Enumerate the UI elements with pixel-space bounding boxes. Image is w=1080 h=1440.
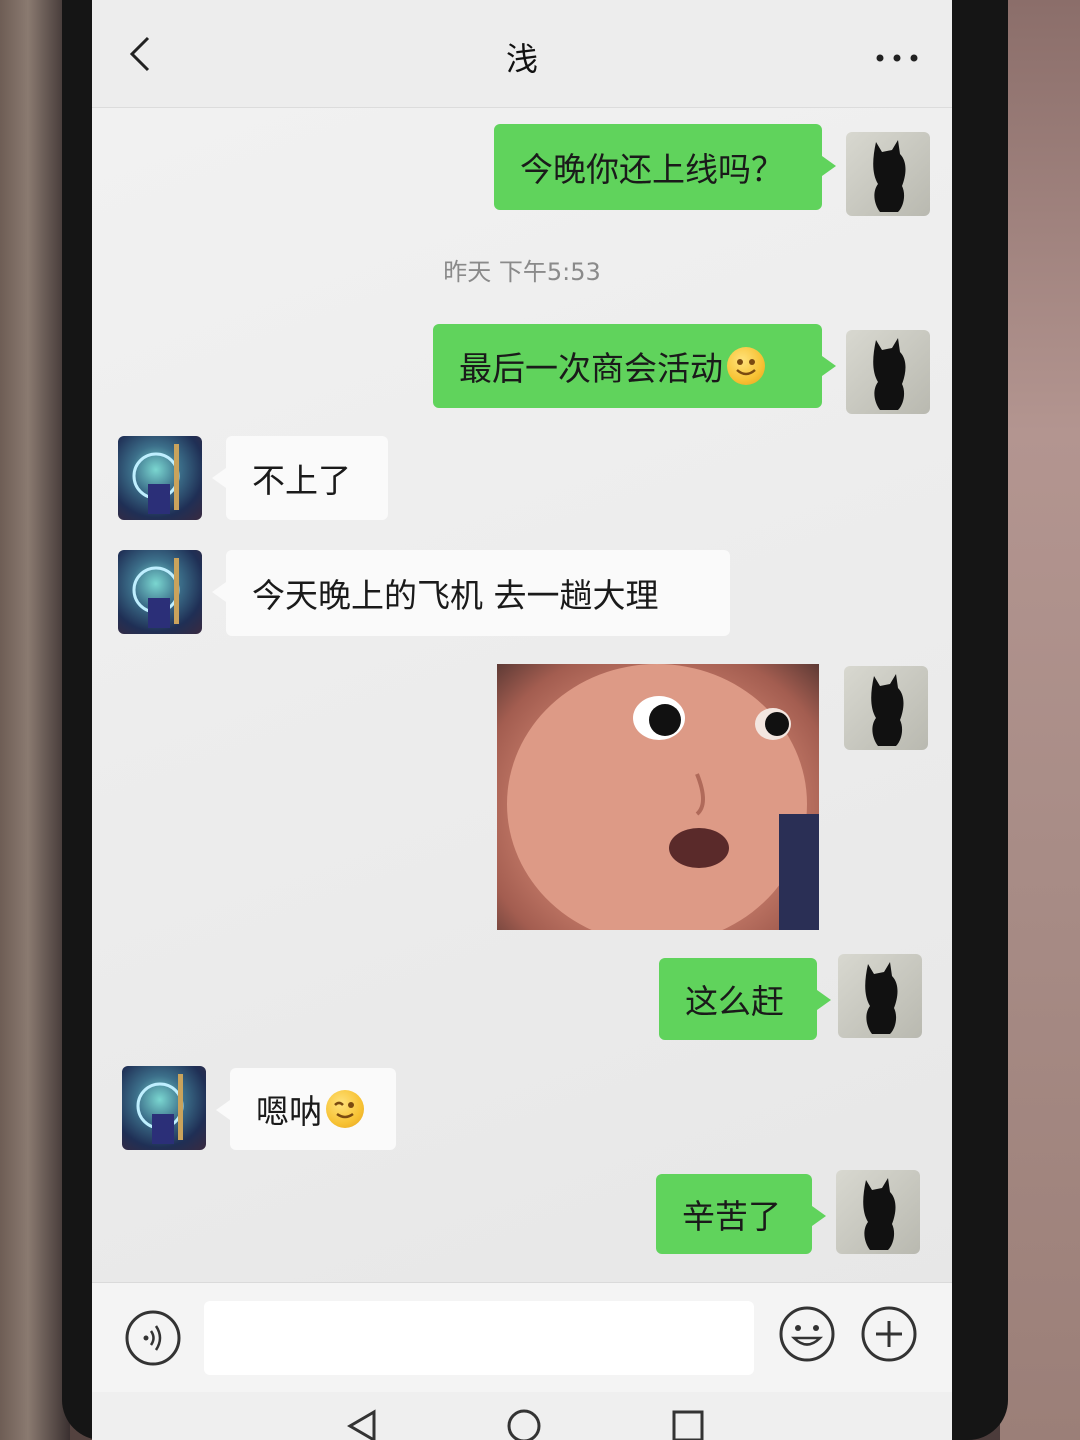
chat-screen: 浅 今晚你还上线吗？ 昨天 下午5:53 最后一次商会活动 不上了 今天晚上的飞… — [92, 0, 952, 1440]
avatar-contact[interactable] — [118, 436, 202, 520]
character-avatar — [136, 1074, 184, 1144]
avatar-me[interactable] — [836, 1170, 920, 1254]
message-bubble-received[interactable]: 嗯呐 — [216, 1068, 396, 1150]
background-right-decor — [1000, 0, 1080, 1440]
smile-emoji-icon — [727, 347, 765, 385]
wink-emoji-icon — [326, 1090, 364, 1128]
message-bubble-sent[interactable]: 这么赶 — [659, 958, 831, 1040]
character-avatar — [132, 444, 180, 514]
more-dots-icon[interactable] — [872, 48, 922, 68]
square-recent-icon[interactable] — [668, 1406, 708, 1440]
chat-title: 浅 — [505, 40, 538, 78]
message-text: 嗯呐 — [256, 1092, 322, 1131]
message-text: 今天晚上的飞机 去一趟大理 — [252, 576, 659, 615]
message-text: 最后一次商会活动 — [459, 349, 723, 388]
avatar-contact[interactable] — [122, 1066, 206, 1150]
message-bubble-received[interactable]: 今天晚上的飞机 去一趟大理 — [212, 550, 730, 636]
message-input[interactable] — [204, 1301, 754, 1375]
cat-silhouette-avatar — [871, 674, 904, 746]
character-avatar — [132, 558, 180, 628]
cat-silhouette-avatar — [873, 338, 906, 410]
avatar-contact[interactable] — [118, 550, 202, 634]
voice-icon[interactable] — [124, 1309, 182, 1367]
cat-silhouette-avatar — [863, 1178, 896, 1250]
input-bar — [92, 1282, 952, 1392]
message-bubble-sent[interactable]: 今晚你还上线吗？ — [494, 124, 836, 210]
cat-silhouette-avatar — [873, 140, 906, 212]
avatar-me[interactable] — [846, 330, 930, 414]
avatar-me[interactable] — [838, 954, 922, 1038]
message-text: 今晚你还上线吗？ — [520, 150, 784, 189]
message-text: 不上了 — [252, 461, 351, 500]
message-bubble-received[interactable]: 不上了 — [212, 436, 388, 520]
system-nav-bar — [92, 1392, 952, 1440]
message-text: 辛苦了 — [682, 1197, 781, 1236]
baby-face-drawing — [507, 664, 819, 930]
circle-home-icon[interactable] — [504, 1406, 544, 1440]
avatar-me[interactable] — [844, 666, 928, 750]
chat-header: 浅 — [92, 0, 952, 108]
avatar-me[interactable] — [846, 132, 930, 216]
plus-circle-icon[interactable] — [860, 1305, 918, 1363]
message-bubble-sent[interactable]: 辛苦了 — [656, 1174, 826, 1254]
timestamp: 昨天 下午5:53 — [443, 258, 601, 286]
message-bubble-sent[interactable]: 最后一次商会活动 — [433, 324, 836, 408]
triangle-back-icon[interactable] — [342, 1406, 382, 1440]
emoji-face-icon[interactable] — [778, 1305, 836, 1363]
background-left — [0, 0, 70, 1440]
message-text: 这么赶 — [685, 982, 784, 1021]
cat-silhouette-avatar — [865, 962, 898, 1034]
baby-face-sticker-image[interactable] — [497, 664, 819, 930]
